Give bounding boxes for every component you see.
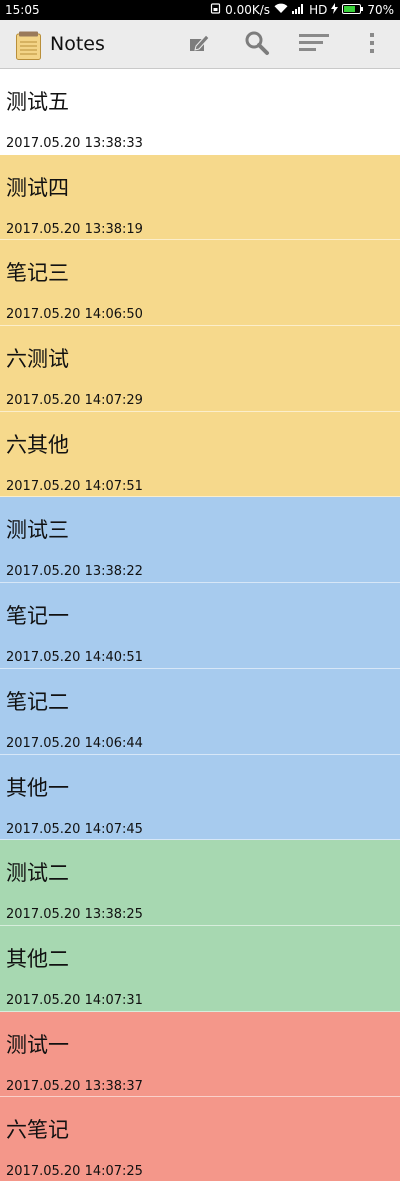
note-item[interactable]: 笔记三 2017.05.20 14:06:50: [0, 240, 400, 327]
note-date: 2017.05.20 13:38:19: [6, 221, 143, 237]
note-date: 2017.05.20 14:07:45: [6, 821, 143, 837]
note-title: 测试一: [6, 1032, 69, 1057]
signal-icon: [292, 0, 305, 20]
search-icon: [244, 30, 270, 60]
note-date: 2017.05.20 14:40:51: [6, 650, 143, 666]
note-date: 2017.05.20 13:38:22: [6, 564, 143, 580]
note-item[interactable]: 测试五 2017.05.20 13:38:33: [0, 69, 400, 155]
note-date: 2017.05.20 14:07:29: [6, 393, 143, 409]
note-title: 六测试: [6, 347, 69, 372]
note-title: 测试五: [6, 90, 69, 114]
note-title: 测试三: [6, 518, 69, 543]
note-item[interactable]: 测试一 2017.05.20 13:38:37: [0, 1011, 400, 1098]
search-button[interactable]: [242, 30, 272, 60]
charging-icon: [331, 0, 339, 20]
sort-icon: [299, 32, 329, 58]
wifi-icon: [274, 0, 288, 20]
more-options-button[interactable]: [357, 30, 387, 60]
note-date: 2017.05.20 14:06:44: [6, 735, 143, 751]
status-indicators: 0.00K/s HD 70%: [210, 0, 394, 20]
app-title: Notes: [50, 33, 105, 55]
network-speed: 0.00K/s: [225, 3, 271, 17]
notes-app-icon: [16, 31, 41, 60]
note-title: 测试四: [6, 175, 69, 200]
note-title: 六其他: [6, 432, 69, 457]
note-date: 2017.05.20 14:07:51: [6, 478, 143, 494]
more-options-icon: [368, 31, 376, 59]
note-item[interactable]: 六笔记 2017.05.20 14:07:25: [0, 1097, 400, 1181]
note-title: 测试二: [6, 861, 69, 886]
note-item[interactable]: 测试四 2017.05.20 13:38:19: [0, 154, 400, 241]
new-note-icon: [187, 31, 211, 59]
note-date: 2017.05.20 13:38:25: [6, 907, 143, 923]
note-title: 笔记三: [6, 261, 69, 286]
note-date: 2017.05.20 14:07:31: [6, 992, 143, 1008]
note-item[interactable]: 测试三 2017.05.20 13:38:22: [0, 497, 400, 584]
status-bar: 15:05 0.00K/s HD 70%: [0, 0, 400, 20]
note-date: 2017.05.20 14:07:25: [6, 1164, 143, 1180]
note-item[interactable]: 六测试 2017.05.20 14:07:29: [0, 326, 400, 412]
sim-icon: [210, 0, 221, 20]
note-item[interactable]: 六其他 2017.05.20 14:07:51: [0, 411, 400, 498]
battery-percent: 70%: [367, 3, 394, 17]
note-item[interactable]: 笔记一 2017.05.20 14:40:51: [0, 583, 400, 669]
note-title: 其他一: [6, 775, 69, 800]
note-date: 2017.05.20 13:38:33: [6, 136, 143, 151]
note-date: 2017.05.20 14:06:50: [6, 307, 143, 323]
note-item[interactable]: 测试二 2017.05.20 13:38:25: [0, 840, 400, 926]
note-item[interactable]: 其他二 2017.05.20 14:07:31: [0, 925, 400, 1012]
note-title: 笔记二: [6, 689, 69, 714]
hd-indicator: HD: [309, 3, 328, 17]
status-time: 15:05: [5, 3, 40, 17]
note-item[interactable]: 笔记二 2017.05.20 14:06:44: [0, 668, 400, 755]
notes-list: 测试五 2017.05.20 13:38:33 测试四 2017.05.20 1…: [0, 69, 400, 1181]
note-item[interactable]: 其他一 2017.05.20 14:07:45: [0, 754, 400, 841]
action-bar: Notes: [0, 20, 400, 69]
new-note-button[interactable]: [184, 30, 214, 60]
sort-button[interactable]: [299, 30, 329, 60]
note-title: 笔记一: [6, 604, 69, 629]
note-title: 其他二: [6, 946, 69, 971]
battery-icon: [342, 0, 364, 20]
note-title: 六笔记: [6, 1118, 69, 1143]
note-date: 2017.05.20 13:38:37: [6, 1078, 143, 1094]
